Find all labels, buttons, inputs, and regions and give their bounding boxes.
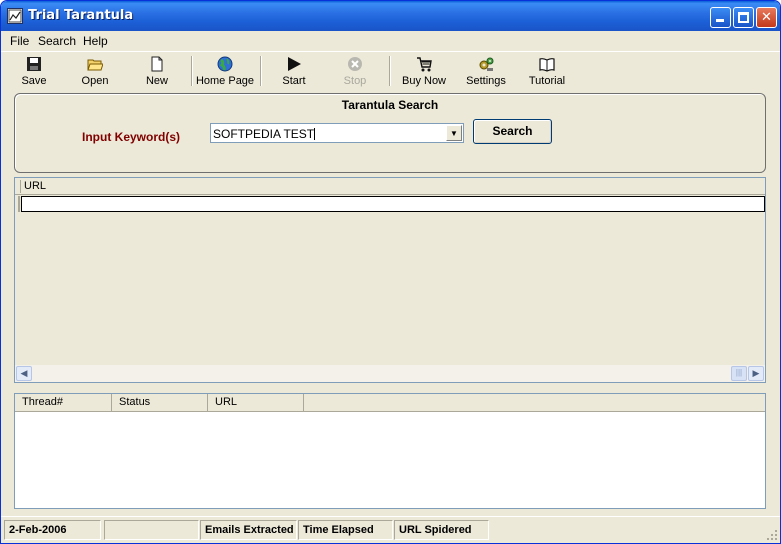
row-marker [18, 196, 20, 212]
close-icon: ✕ [761, 10, 772, 25]
scroll-right-button[interactable]: ▶ [748, 366, 764, 381]
maximize-icon [738, 12, 749, 23]
url-column-header[interactable]: URL [208, 394, 304, 411]
status-panel-empty [104, 520, 199, 540]
title-bar[interactable]: Trial Tarantula ✕ [1, 1, 780, 31]
combobox-dropdown-button[interactable]: ▼ [446, 125, 462, 141]
status-emails-extracted: Emails Extracted [200, 520, 297, 540]
tutorial-label: Tutorial [528, 75, 566, 87]
buy-now-button[interactable]: Buy Now [396, 55, 452, 91]
save-label: Save [21, 75, 47, 87]
stop-icon [348, 57, 362, 71]
settings-button[interactable]: Settings [458, 55, 514, 91]
toolbar: Save Open New Home Page Start Stop Buy N… [1, 51, 780, 91]
scroll-left-button[interactable]: ◀ [16, 366, 32, 381]
settings-label: Settings [466, 75, 506, 87]
stop-button[interactable]: Stop [327, 55, 383, 91]
open-button[interactable]: Open [67, 55, 123, 91]
home-page-label: Home Page [195, 75, 255, 87]
url-list-header: URL [15, 178, 765, 195]
url-column-header[interactable]: URL [24, 180, 46, 192]
search-panel-title: Tarantula Search [341, 98, 439, 112]
status-url-spidered: URL Spidered [394, 520, 489, 540]
stop-label: Stop [343, 75, 367, 87]
buy-now-label: Buy Now [401, 75, 447, 87]
play-icon [288, 57, 301, 71]
menu-file[interactable]: File [10, 34, 29, 48]
status-time-elapsed: Time Elapsed [298, 520, 393, 540]
book-icon [539, 58, 555, 72]
open-folder-icon [87, 59, 103, 71]
chevron-left-icon: ◀ [20, 368, 28, 378]
scrollbar-thumb[interactable]: ||| [731, 366, 747, 381]
status-date: 2-Feb-2006 [4, 520, 101, 540]
search-panel: Tarantula Search Input Keyword(s) SOFTPE… [14, 93, 766, 173]
toolbar-separator [389, 56, 391, 86]
horizontal-scrollbar[interactable]: ◀ ||| ▶ [15, 365, 765, 382]
toolbar-separator [260, 56, 262, 86]
url-list[interactable]: URL ◀ ||| ▶ [14, 177, 766, 383]
floppy-disk-icon [27, 57, 41, 71]
new-label: New [145, 75, 168, 87]
thread-list[interactable]: Thread# Status URL [14, 393, 766, 509]
menu-bar: File Search Help [1, 31, 780, 50]
maximize-button[interactable] [733, 7, 754, 28]
status-column-header[interactable]: Status [112, 394, 208, 411]
keyword-combobox[interactable]: SOFTPEDIA TEST ▼ [210, 123, 464, 143]
url-edit-row[interactable] [21, 196, 765, 212]
status-bar: 2-Feb-2006 Emails Extracted Time Elapsed… [1, 516, 780, 543]
thread-list-header: Thread# Status URL [15, 394, 765, 412]
menu-help[interactable]: Help [83, 34, 108, 48]
chevron-down-icon: ▼ [450, 129, 458, 138]
main-window: Trial Tarantula ✕ File Search Help Save [0, 0, 781, 544]
toolbar-separator [191, 56, 193, 86]
tutorial-button[interactable]: Tutorial [519, 55, 575, 91]
shopping-cart-icon [417, 57, 432, 72]
keyword-label: Input Keyword(s) [82, 130, 180, 144]
keyword-input[interactable]: SOFTPEDIA TEST [213, 127, 316, 141]
open-label: Open [81, 75, 109, 87]
chevron-right-icon: ▶ [752, 368, 760, 378]
minimize-icon [716, 19, 724, 22]
thread-column-header[interactable]: Thread# [15, 394, 112, 411]
start-label: Start [282, 75, 306, 87]
settings-icon [479, 57, 494, 71]
close-button[interactable]: ✕ [756, 7, 777, 28]
window-title: Trial Tarantula [28, 8, 134, 23]
new-document-icon [151, 56, 163, 72]
start-button[interactable]: Start [266, 55, 322, 91]
resize-grip-icon[interactable] [766, 529, 778, 541]
save-button[interactable]: Save [6, 55, 62, 91]
menu-search[interactable]: Search [38, 34, 76, 48]
search-button[interactable]: Search [473, 119, 552, 144]
grip-icon: ||| [735, 368, 743, 377]
globe-icon [217, 56, 233, 72]
home-page-button[interactable]: Home Page [194, 55, 256, 91]
app-icon[interactable] [7, 8, 23, 24]
minimize-button[interactable] [710, 7, 731, 28]
new-button[interactable]: New [129, 55, 185, 91]
